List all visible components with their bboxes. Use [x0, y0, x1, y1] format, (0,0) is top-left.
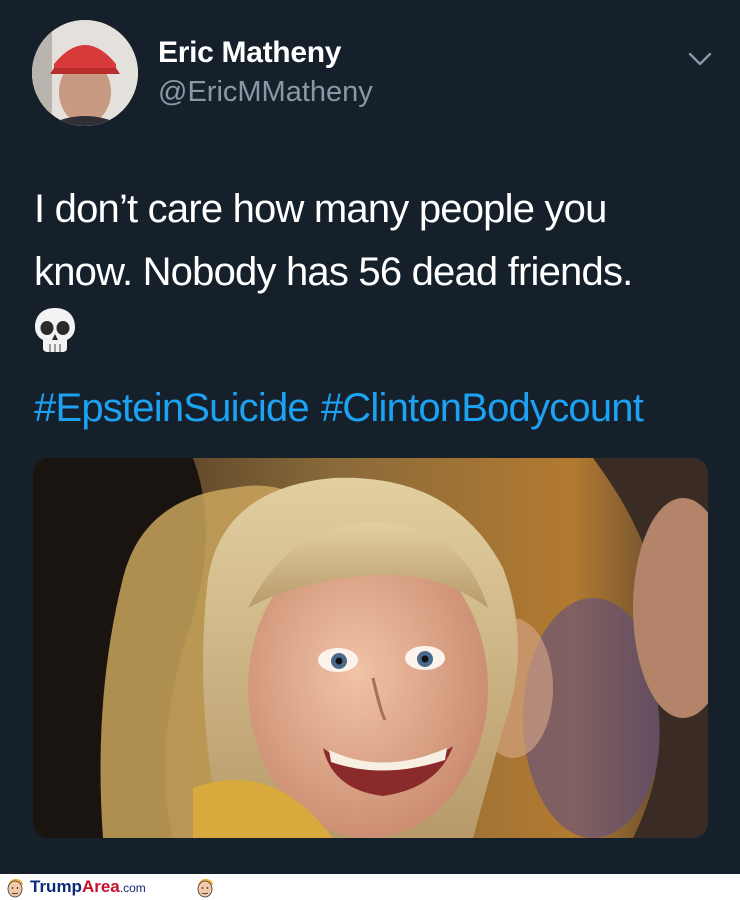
hashtags: #EpsteinSuicide #ClintonBodycount: [34, 386, 655, 431]
watermark-footer: TrumpArea.com: [0, 874, 740, 900]
hashtag-link[interactable]: #EpsteinSuicide: [34, 386, 310, 430]
author-handle[interactable]: @EricMMatheny: [158, 76, 373, 109]
tweet-text: I don’t care how many people you know. N…: [34, 178, 724, 304]
avatar[interactable]: [32, 20, 138, 126]
brand-part: Area: [81, 877, 120, 896]
chevron-down-icon[interactable]: [686, 44, 714, 72]
tweet-text-line: I don’t care how many people you: [34, 187, 607, 231]
tweet-photo[interactable]: [33, 458, 708, 838]
trump-face-icon: [197, 878, 213, 898]
site-brand: TrumpArea.com: [30, 877, 146, 897]
author-name[interactable]: Eric Matheny: [158, 36, 341, 70]
brand-part: Trump: [30, 877, 82, 896]
hashtag-link[interactable]: #ClintonBodycount: [321, 386, 644, 430]
brand-part: .com: [119, 881, 146, 895]
skull-emoji-icon: [35, 308, 75, 352]
tweet-card: Eric Matheny @EricMMatheny I don’t care …: [0, 0, 740, 874]
tweet-text-line: know. Nobody has 56 dead friends.: [34, 250, 633, 294]
trump-face-icon: [7, 878, 23, 898]
